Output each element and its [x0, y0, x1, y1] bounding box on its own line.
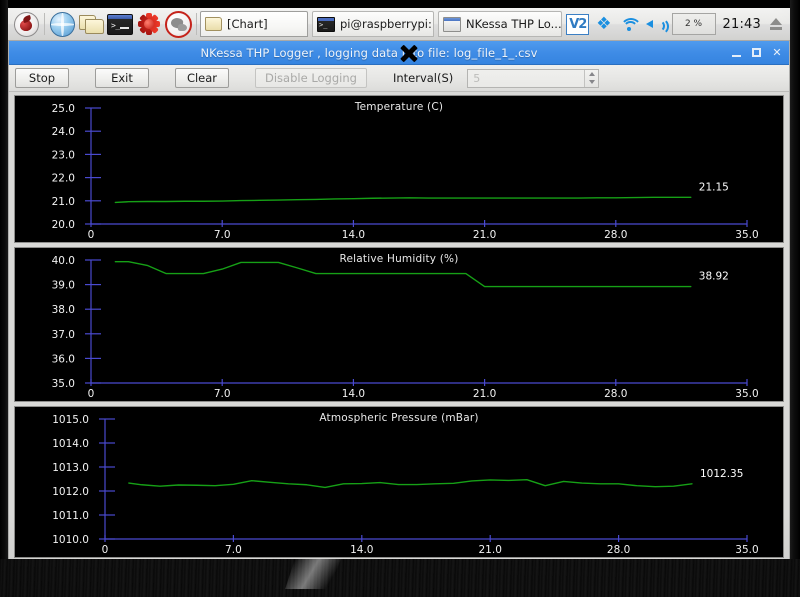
interval-input[interactable]: 5: [468, 72, 584, 85]
svg-text:38.92: 38.92: [699, 271, 729, 283]
taskbar-window-label: NKessa THP Lo...: [466, 17, 562, 31]
screen-photo: >_ [Chart] pi@raspberrypi:... NKessa THP…: [0, 0, 800, 597]
application-window: NKessa THP Logger , logging data into fi…: [8, 41, 790, 565]
svg-text:24.0: 24.0: [52, 126, 75, 138]
svg-text:21.0: 21.0: [473, 229, 496, 241]
volume-icon[interactable]: [645, 16, 669, 35]
svg-text:1014.0: 1014.0: [52, 438, 89, 450]
folder-icon: [205, 17, 222, 31]
disable-logging-button: Disable Logging: [255, 68, 367, 88]
charts-container: Temperature (C) 20.0 21.0 22.0 23.0 24.0 25.0…: [9, 92, 789, 563]
svg-text:28.0: 28.0: [604, 388, 627, 400]
interval-label: Interval(S): [392, 71, 454, 85]
clock[interactable]: 21:43: [723, 17, 761, 32]
photo-bottom-bezel: [0, 559, 800, 597]
svg-text:1012.35: 1012.35: [700, 468, 743, 480]
mathematica-icon[interactable]: [135, 10, 163, 38]
svg-text:28.0: 28.0: [607, 544, 630, 556]
chevron-up-icon[interactable]: [588, 71, 595, 76]
exit-button[interactable]: Exit: [95, 68, 149, 88]
terminal-icon[interactable]: >_: [106, 10, 134, 38]
svg-text:14.0: 14.0: [342, 229, 365, 241]
svg-text:21.0: 21.0: [473, 388, 496, 400]
svg-text:14.0: 14.0: [342, 388, 365, 400]
spinner-arrows[interactable]: [584, 69, 599, 87]
wolfram-icon[interactable]: [164, 10, 192, 38]
svg-text:1011.0: 1011.0: [52, 510, 89, 522]
chart-panel-humidity[interactable]: Relative Humidity (%) 35.0 36.0 37.0 38.0 39…: [14, 247, 784, 402]
svg-text:23.0: 23.0: [52, 149, 75, 161]
taskbar: >_ [Chart] pi@raspberrypi:... NKessa THP…: [8, 8, 790, 41]
taskbar-window-label: pi@raspberrypi:...: [340, 17, 434, 31]
photo-left-bezel: [0, 0, 8, 565]
svg-text:7.0: 7.0: [214, 388, 231, 400]
svg-text:1012.0: 1012.0: [52, 486, 89, 498]
toolbar: Stop Exit Clear Disable Logging Interval…: [9, 65, 789, 92]
minimize-button[interactable]: [729, 45, 745, 61]
svg-text:1010.0: 1010.0: [52, 534, 89, 546]
svg-text:7.0: 7.0: [214, 229, 231, 241]
svg-text:7.0: 7.0: [225, 544, 242, 556]
svg-text:35.0: 35.0: [52, 378, 75, 390]
eject-icon[interactable]: [768, 17, 784, 32]
chart-panel-temperature[interactable]: Temperature (C) 20.0 21.0 22.0 23.0 24.0 25.0…: [14, 95, 784, 243]
bluetooth-icon[interactable]: ❖: [596, 15, 611, 33]
launcher-separator-2: [196, 13, 197, 35]
close-button[interactable]: ✕: [769, 45, 785, 61]
vnc-icon[interactable]: V2: [566, 13, 590, 35]
svg-text:21.15: 21.15: [699, 181, 729, 193]
taskbar-window-label: [Chart]: [227, 17, 268, 31]
launcher-separator: [44, 13, 45, 35]
system-tray: V2 ❖ 2 % 21:43: [566, 13, 786, 35]
pressure-plot: 1010.01011.01012.01013.01014.01015.00 7.0…: [52, 414, 758, 556]
window-titlebar[interactable]: NKessa THP Logger , logging data into fi…: [9, 41, 789, 65]
svg-text:35.0: 35.0: [735, 388, 758, 400]
svg-text:14.0: 14.0: [350, 544, 373, 556]
svg-text:39.0: 39.0: [52, 280, 75, 292]
chart-panel-pressure[interactable]: Atmospheric Pressure (mBar) 1010.0 1011.0…: [14, 406, 784, 558]
svg-text:22.0: 22.0: [52, 173, 75, 185]
stop-button[interactable]: Stop: [15, 68, 69, 88]
chevron-down-icon[interactable]: [588, 80, 595, 85]
temperature-plot: 20.021.022.023.024.025.00 7.0 14.0 21.0 28.0…: [52, 103, 759, 241]
chart-title: Relative Humidity (%): [339, 253, 459, 265]
file-manager-icon[interactable]: [77, 10, 105, 38]
taskbar-window-chart[interactable]: [Chart]: [200, 11, 308, 37]
svg-text:37.0: 37.0: [52, 329, 75, 341]
chart-title: Atmospheric Pressure (mBar): [319, 412, 479, 424]
clear-button[interactable]: Clear: [175, 68, 229, 88]
svg-text:0: 0: [88, 388, 95, 400]
svg-text:20.0: 20.0: [52, 219, 75, 231]
taskbar-window-terminal[interactable]: pi@raspberrypi:...: [312, 11, 434, 37]
web-browser-icon[interactable]: [48, 10, 76, 38]
photo-right-bezel: [790, 0, 800, 565]
raspberry-menu-icon[interactable]: [12, 10, 40, 38]
svg-text:21.0: 21.0: [52, 196, 75, 208]
cpu-usage-indicator[interactable]: 2 %: [671, 13, 716, 35]
svg-text:0: 0: [88, 229, 95, 241]
svg-text:1013.0: 1013.0: [52, 462, 89, 474]
interval-stepper[interactable]: 5: [467, 68, 600, 88]
svg-text:36.0: 36.0: [52, 353, 75, 365]
svg-text:28.0: 28.0: [604, 229, 627, 241]
taskbar-window-nkessa[interactable]: NKessa THP Lo...: [438, 11, 562, 37]
terminal-icon: [317, 16, 335, 32]
humidity-plot: 35.036.037.038.039.040.00 7.0 14.0 21.0 28.0…: [52, 255, 759, 400]
svg-text:35.0: 35.0: [735, 544, 758, 556]
maximize-button[interactable]: [749, 45, 765, 61]
wifi-icon[interactable]: [619, 16, 642, 32]
chart-title: Temperature (C): [354, 101, 444, 113]
svg-text:35.0: 35.0: [735, 229, 758, 241]
svg-text:38.0: 38.0: [52, 304, 75, 316]
window-title: NKessa THP Logger , logging data into fi…: [200, 45, 538, 60]
svg-text:21.0: 21.0: [479, 544, 502, 556]
window-icon: [443, 16, 461, 32]
svg-text:0: 0: [102, 544, 109, 556]
